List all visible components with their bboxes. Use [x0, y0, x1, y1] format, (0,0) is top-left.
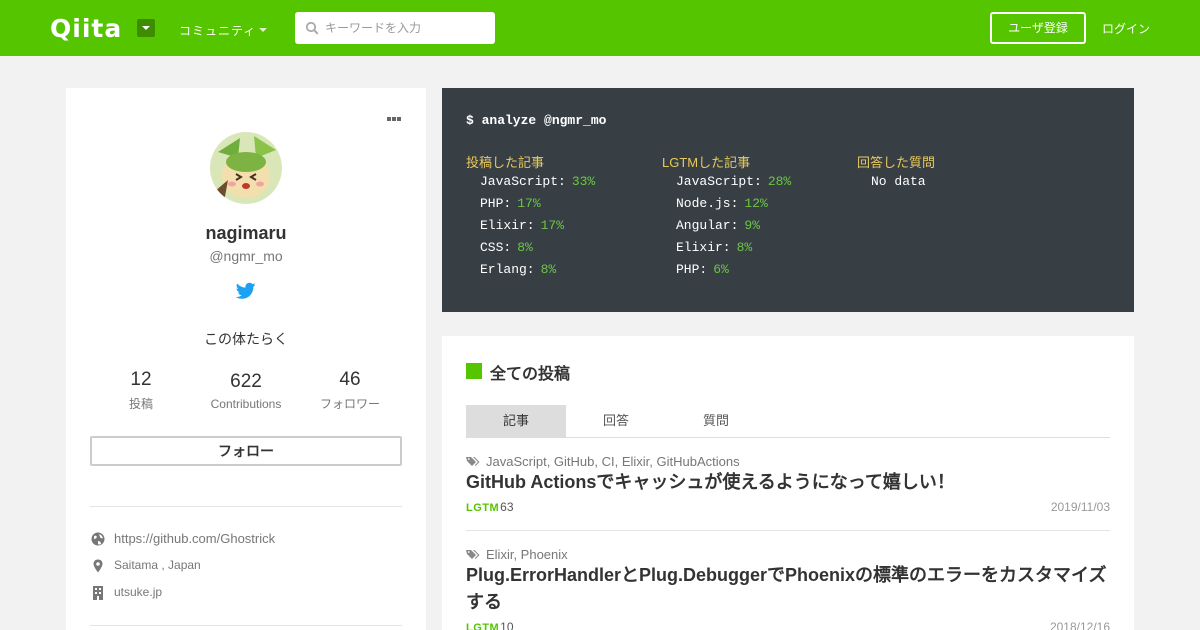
twitter-icon[interactable] [236, 282, 256, 300]
organization-text: utsuke.jp [114, 585, 163, 599]
language-name: Node.js: [676, 196, 739, 211]
community-menu[interactable]: コミュニティ [179, 22, 256, 39]
section-marker [466, 363, 482, 379]
follow-button[interactable]: フォロー [90, 436, 402, 466]
stat-value: 622 [230, 371, 262, 392]
language-row: Elixir: 17% [466, 218, 656, 240]
language-name: Erlang: [480, 262, 535, 277]
terminal-command: $ analyze @ngmr_mo [466, 113, 607, 128]
user-handle: @ngmr_mo [209, 248, 283, 264]
posts-card: 全ての投稿 記事 回答 質問 JavaScript, GitHub, CI, E… [442, 336, 1134, 630]
language-row: JavaScript: 33% [466, 174, 656, 196]
location-pin-icon [93, 559, 103, 573]
global-header: Qiita コミュニティ ユーザ登録 ログイン [0, 0, 1200, 56]
language-percent: 6% [713, 262, 729, 277]
section-title: 全ての投稿 [490, 366, 571, 383]
stat-value: 12 [130, 369, 152, 390]
post-title[interactable]: Plug.ErrorHandlerとPlug.DebuggerでPhoenixの… [466, 562, 1110, 616]
stat-followers[interactable]: 46 フォロワー [295, 369, 405, 412]
column-heading: 回答した質問 [857, 155, 936, 170]
answered-questions-column: 回答した質問 No data [857, 152, 1047, 196]
no-data-text: No data [871, 174, 926, 189]
language-percent: 8% [540, 262, 557, 277]
post-date: 2018/12/16 [1049, 620, 1110, 630]
language-row: JavaScript: 28% [662, 174, 852, 196]
qiita-logo[interactable]: Qiita [50, 14, 122, 43]
more-options-icon[interactable] [386, 115, 402, 123]
language-row: Elixir: 8% [662, 240, 852, 262]
stat-contributions: 622 Contributions [191, 371, 301, 411]
language-row: CSS: 8% [466, 240, 656, 262]
divider [90, 625, 402, 626]
language-percent: 17% [517, 196, 541, 211]
stat-label: フォロワー [319, 397, 380, 411]
language-name: Elixir: [676, 240, 731, 255]
lgtm-articles-column: LGTMした記事 JavaScript: 28% Node.js: 12% Angu… [662, 152, 852, 284]
search-box[interactable] [295, 12, 495, 44]
language-row: Node.js: 12% [662, 196, 852, 218]
tag-icon [466, 457, 480, 466]
language-name: CSS: [480, 240, 512, 255]
language-row: PHP: 6% [662, 262, 852, 284]
divider [466, 530, 1110, 531]
lgtm-label: LGTM [466, 502, 500, 514]
language-name: PHP: [480, 196, 512, 211]
chevron-down-icon [259, 28, 267, 32]
column-heading: 投稿した記事 [466, 155, 545, 170]
stat-posts[interactable]: 12 投稿 [86, 369, 196, 412]
tag-list[interactable]: Elixir, Phoenix [486, 547, 568, 562]
language-row: Erlang: 8% [466, 262, 656, 284]
lgtm-label: LGTM [466, 622, 500, 630]
language-percent: 33% [571, 174, 596, 189]
signup-button[interactable]: ユーザ登録 [990, 12, 1086, 44]
tab-answers[interactable]: 回答 [566, 405, 666, 437]
tag-list[interactable]: JavaScript, GitHub, CI, Elixir, GitHubAc… [486, 454, 740, 469]
globe-icon [91, 532, 105, 546]
analysis-terminal: $ analyze @ngmr_mo 投稿した記事 JavaScript: 33%… [442, 88, 1134, 312]
posted-articles-column: 投稿した記事 JavaScript: 33% PHP: 17% Elixir: 17%… [466, 152, 656, 284]
language-name: Elixir: [480, 218, 535, 233]
post-date: 2019/11/03 [1050, 500, 1110, 514]
language-name: JavaScript: [480, 174, 566, 189]
language-percent: 8% [736, 240, 753, 255]
posts-tabs: 記事 回答 質問 [466, 405, 1110, 438]
stat-label: 投稿 [128, 397, 153, 411]
user-bio: この体たらく [204, 331, 288, 347]
language-name: JavaScript: [676, 174, 762, 189]
language-name: Angular: [676, 218, 739, 233]
lgtm-value: 10 [500, 620, 514, 630]
column-heading: LGTMした記事 [662, 155, 751, 170]
login-link[interactable]: ログイン [1102, 20, 1150, 37]
language-percent: 8% [517, 240, 533, 255]
building-icon [93, 586, 103, 600]
search-icon [305, 21, 319, 35]
profile-card: nagimaru @ngmr_mo この体たらく 12 投稿 622 Contr… [66, 88, 426, 630]
github-url[interactable]: https://github.com/Ghostrick [114, 531, 275, 546]
tag-icon [466, 550, 480, 559]
tab-questions[interactable]: 質問 [666, 405, 766, 437]
stat-label: Contributions [210, 397, 282, 411]
lgtm-count: LGTM10 [466, 620, 514, 630]
language-row: PHP: 17% [466, 196, 656, 218]
user-display-name: nagimaru [205, 223, 287, 243]
list-item: Elixir, Phoenix Plug.ErrorHandlerとPlug.D… [466, 547, 1110, 630]
post-title[interactable]: GitHub Actionsでキャッシュが使えるようになって嬉しい！ [466, 469, 1110, 496]
language-percent: 9% [744, 218, 761, 233]
language-percent: 12% [744, 196, 768, 211]
tab-articles[interactable]: 記事 [466, 405, 566, 437]
lgtm-value: 63 [500, 500, 514, 514]
language-percent: 28% [767, 174, 792, 189]
search-input[interactable] [325, 12, 490, 44]
lgtm-count: LGTM63 [466, 500, 514, 514]
divider [90, 506, 402, 507]
list-item: JavaScript, GitHub, CI, Elixir, GitHubAc… [466, 454, 1110, 514]
language-row: Angular: 9% [662, 218, 852, 240]
logo-dropdown-button[interactable] [137, 19, 155, 37]
location-text: Saitama , Japan [114, 558, 201, 572]
stat-value: 46 [339, 369, 361, 390]
avatar [210, 132, 282, 204]
language-name: PHP: [676, 262, 708, 277]
language-percent: 17% [540, 218, 565, 233]
